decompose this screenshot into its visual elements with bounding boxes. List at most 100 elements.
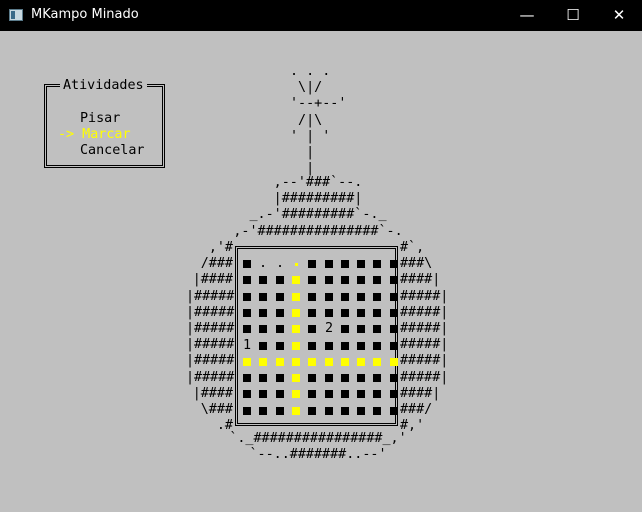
cell-marked[interactable] [321,354,337,370]
cell-hidden[interactable] [272,386,288,402]
cell-hidden[interactable] [337,256,353,272]
cell-marked[interactable] [272,354,288,370]
cell-hidden[interactable] [255,386,271,402]
cell-hidden[interactable] [239,305,255,321]
cell-revealed-empty[interactable]: . [272,256,288,272]
cell-hidden[interactable] [386,386,402,402]
cell-hidden[interactable] [321,272,337,288]
cell-hidden[interactable] [272,289,288,305]
cell-hidden[interactable] [304,370,320,386]
cell-marked[interactable] [337,354,353,370]
cell-marked[interactable] [288,370,304,386]
cell-hidden[interactable] [239,272,255,288]
cell-hidden[interactable] [304,321,320,337]
cell-hidden[interactable] [255,321,271,337]
cell-hidden[interactable] [369,370,385,386]
menu-item-pisar[interactable]: Pisar [80,111,120,127]
cell-number[interactable]: 1 [239,338,255,354]
maximize-button[interactable]: ☐ [550,0,596,31]
cell-hidden[interactable] [321,403,337,419]
cell-hidden[interactable] [255,289,271,305]
cell-hidden[interactable] [353,370,369,386]
cell-hidden[interactable] [353,305,369,321]
cell-hidden[interactable] [239,370,255,386]
cell-hidden[interactable] [255,272,271,288]
cell-hidden[interactable] [369,305,385,321]
cell-hidden[interactable] [337,272,353,288]
cell-hidden[interactable] [369,338,385,354]
cell-number[interactable]: 2 [321,321,337,337]
cell-hidden[interactable] [321,338,337,354]
cell-marked[interactable] [255,354,271,370]
cell-marked[interactable] [288,354,304,370]
cell-hidden[interactable] [304,403,320,419]
cell-hidden[interactable] [353,403,369,419]
cell-hidden[interactable] [255,370,271,386]
cell-hidden[interactable] [386,305,402,321]
cell-hidden[interactable] [304,386,320,402]
cell-hidden[interactable] [239,386,255,402]
minimize-button[interactable]: — [504,0,550,31]
cell-hidden[interactable] [337,370,353,386]
cell-hidden[interactable] [353,338,369,354]
menu-item-cancelar[interactable]: Cancelar [80,143,145,159]
cell-hidden[interactable] [272,321,288,337]
cell-hidden[interactable] [386,370,402,386]
cell-hidden[interactable] [272,338,288,354]
cell-hidden[interactable] [353,272,369,288]
cell-hidden[interactable] [369,321,385,337]
cell-hidden[interactable] [304,272,320,288]
cell-hidden[interactable] [386,338,402,354]
cell-hidden[interactable] [255,403,271,419]
cell-hidden[interactable] [386,289,402,305]
cell-hidden[interactable] [321,289,337,305]
menu-item-marcar[interactable]: -> Marcar [58,127,131,143]
cell-cursor[interactable] [288,256,304,272]
cell-marked[interactable] [239,354,255,370]
cell-hidden[interactable] [353,256,369,272]
cell-hidden[interactable] [337,305,353,321]
cell-hidden[interactable] [369,289,385,305]
cell-hidden[interactable] [321,305,337,321]
cell-hidden[interactable] [321,386,337,402]
cell-hidden[interactable] [353,289,369,305]
cell-marked[interactable] [304,354,320,370]
cell-hidden[interactable] [369,272,385,288]
cell-marked[interactable] [353,354,369,370]
cell-hidden[interactable] [304,338,320,354]
cell-hidden[interactable] [255,338,271,354]
cell-hidden[interactable] [353,321,369,337]
cell-hidden[interactable] [337,386,353,402]
cell-hidden[interactable] [239,256,255,272]
title-bar[interactable]: MKampo Minado — ☐ ✕ [0,0,642,31]
cell-hidden[interactable] [272,272,288,288]
cell-marked[interactable] [288,305,304,321]
cell-hidden[interactable] [304,289,320,305]
cell-hidden[interactable] [239,403,255,419]
cell-hidden[interactable] [272,370,288,386]
cell-hidden[interactable] [369,403,385,419]
close-button[interactable]: ✕ [596,0,642,31]
cell-hidden[interactable] [321,370,337,386]
cell-marked[interactable] [386,354,402,370]
cell-marked[interactable] [369,354,385,370]
cell-hidden[interactable] [386,256,402,272]
cell-marked[interactable] [288,338,304,354]
cell-hidden[interactable] [272,403,288,419]
cell-hidden[interactable] [272,305,288,321]
cell-marked[interactable] [288,403,304,419]
cell-hidden[interactable] [255,305,271,321]
cell-marked[interactable] [288,386,304,402]
cell-hidden[interactable] [304,256,320,272]
cell-hidden[interactable] [386,403,402,419]
cell-hidden[interactable] [337,321,353,337]
cell-hidden[interactable] [386,321,402,337]
cell-revealed-empty[interactable]: . [255,256,271,272]
cell-hidden[interactable] [369,256,385,272]
cell-hidden[interactable] [337,289,353,305]
cell-hidden[interactable] [239,321,255,337]
cell-hidden[interactable] [337,403,353,419]
cell-hidden[interactable] [321,256,337,272]
cell-hidden[interactable] [239,289,255,305]
cell-marked[interactable] [288,289,304,305]
